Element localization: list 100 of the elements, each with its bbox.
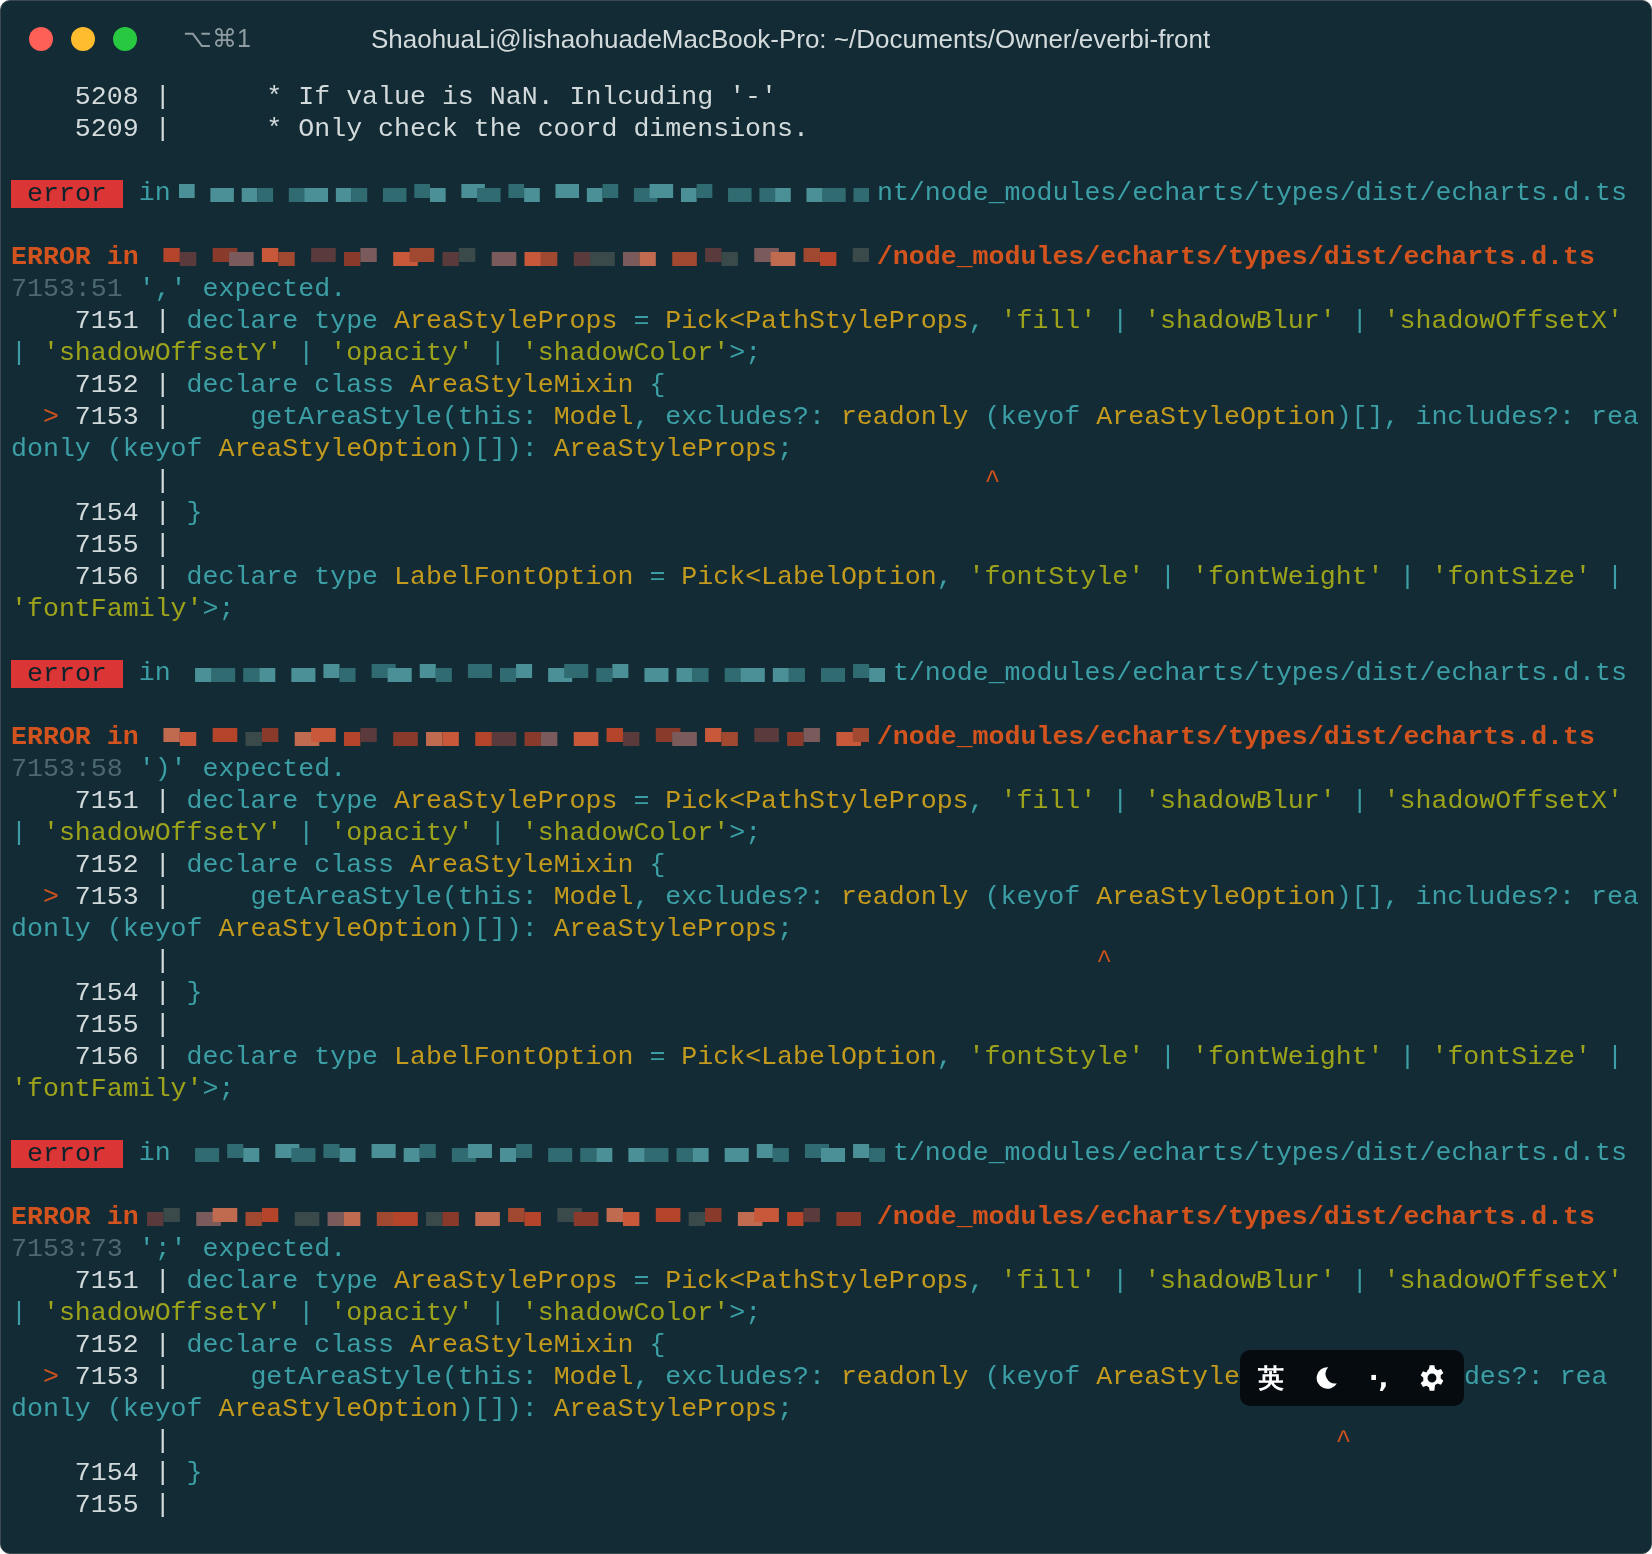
- code-text: |: [1159, 1041, 1178, 1075]
- type-name: Model: [553, 881, 634, 915]
- line-number: 7153 |: [74, 881, 172, 915]
- file-path: nt/node_modules/echarts/types/dist/echarts.d.ts: [876, 177, 1627, 211]
- type-name: AreaStyleProps: [394, 305, 618, 339]
- type-name: AreaStyleMixin: [410, 369, 634, 403]
- code-text: getAreaStyle(this:: [249, 401, 539, 435]
- line-number: 7151 |: [73, 1265, 172, 1299]
- code-text: =: [648, 1041, 667, 1075]
- string-literal: 'fontFamily': [11, 593, 203, 627]
- string-literal: 'shadowColor': [521, 1297, 730, 1331]
- code-text: ;: [777, 1393, 794, 1427]
- code-text: |: [1159, 561, 1178, 595]
- code-text: (keyof: [984, 1361, 1082, 1395]
- string-literal: 'shadowBlur': [1144, 785, 1336, 819]
- code-text: |: [1111, 305, 1130, 339]
- error-position: 7153:51: [11, 273, 123, 307]
- minimize-button[interactable]: [71, 27, 95, 51]
- error-caret: ^: [1095, 945, 1113, 979]
- input-mode-toggle[interactable]: 英: [1257, 1358, 1284, 1398]
- file-path: t/node_modules/echarts/types/dist/echarts.d.ts: [892, 657, 1627, 691]
- string-literal: 'fontSize': [1431, 1041, 1592, 1075]
- current-line-marker: >: [41, 401, 60, 435]
- code-text: {: [648, 369, 666, 403]
- code-text: , excludes?:: [633, 401, 826, 435]
- code-text: |: [1398, 561, 1417, 595]
- error-caret: ^: [983, 465, 1001, 499]
- line-number: 7152 |: [73, 1329, 172, 1363]
- line-number: |: [153, 1425, 171, 1459]
- type-name: Pick<LabelOption: [681, 561, 937, 595]
- code-text: =: [632, 785, 651, 819]
- code-text: |: [1606, 1041, 1623, 1075]
- error-badge: error: [11, 1140, 123, 1168]
- line-number: 7152 |: [73, 369, 172, 403]
- string-literal: 'opacity': [330, 337, 474, 371]
- close-button[interactable]: [29, 27, 53, 51]
- line-number: |: [153, 945, 171, 979]
- code-text: |: [1111, 785, 1130, 819]
- punctuation-toggle[interactable]: ·,: [1368, 1358, 1389, 1398]
- string-literal: 'fontFamily': [11, 1073, 203, 1107]
- string-literal: 'fontWeight': [1192, 561, 1384, 595]
- code-text: ,: [936, 561, 954, 595]
- type-name: AreaStyleProps: [553, 913, 778, 947]
- string-literal: 'shadowColor': [521, 817, 730, 851]
- string-literal: 'fontWeight': [1192, 1041, 1384, 1075]
- code-text: >;: [202, 1073, 235, 1107]
- code-text: |: [297, 337, 316, 371]
- type-name: AreaStyleProps: [553, 1393, 778, 1427]
- string-literal: 'shadowOffsetY': [42, 337, 283, 371]
- code-text: =: [632, 1265, 651, 1299]
- code-text: }: [186, 497, 203, 531]
- line-number: 7152 |: [73, 849, 172, 883]
- code-text: >;: [729, 1297, 762, 1331]
- type-name: AreaStyleMixin: [410, 849, 634, 883]
- line-number: 5208 | * If value is NaN. Inlcuding '-': [73, 81, 778, 115]
- code-text: |: [11, 817, 28, 851]
- code-text: declare type: [186, 305, 380, 339]
- code-text: >;: [202, 593, 235, 627]
- code-text: ,: [968, 785, 986, 819]
- code-text: declare type: [186, 1041, 380, 1075]
- type-name: AreaStyleOption: [218, 1393, 458, 1427]
- line-number: |: [153, 465, 171, 499]
- code-text: ;: [777, 913, 794, 947]
- line-number: 7154 |: [73, 1457, 172, 1491]
- string-literal: 'shadowBlur': [1144, 1265, 1336, 1299]
- type-name: Pick<PathStyleProps: [665, 1265, 969, 1299]
- code-text: ')' expected.: [137, 753, 347, 787]
- string-literal: 'opacity': [330, 1297, 474, 1331]
- string-literal: 'fill': [1000, 305, 1097, 339]
- type-name: AreaStyleProps: [553, 433, 778, 467]
- code-text: =: [648, 561, 667, 595]
- line-number: 7151 |: [73, 305, 172, 339]
- zoom-button[interactable]: [113, 27, 137, 51]
- error-label: in: [138, 177, 171, 211]
- error-label: in: [138, 1137, 171, 1171]
- string-literal: 'shadowBlur': [1144, 305, 1336, 339]
- type-name: readonly: [840, 1361, 970, 1395]
- error-position: 7153:58: [11, 753, 123, 787]
- code-text: ,: [936, 1041, 954, 1075]
- string-literal: 'opacity': [330, 817, 474, 851]
- type-name: AreaStyleProps: [394, 785, 618, 819]
- code-text: |: [297, 817, 316, 851]
- type-name: AreaStyle: [1096, 1361, 1240, 1395]
- line-number: 7154 |: [73, 497, 172, 531]
- code-text: ';' expected.: [137, 1233, 347, 1267]
- code-text: |: [1350, 305, 1369, 339]
- string-literal: 'fill': [1000, 1265, 1097, 1299]
- code-text: |: [1111, 1265, 1130, 1299]
- code-text: donly (keyof: [11, 1393, 204, 1427]
- string-literal: 'shadowOffsetX': [1383, 785, 1623, 819]
- code-text: declare class: [186, 369, 396, 403]
- line-number: 7155 |: [73, 529, 171, 563]
- code-text: |: [11, 1297, 28, 1331]
- code-text: ;: [777, 433, 794, 467]
- code-text: |: [488, 337, 507, 371]
- code-text: |: [297, 1297, 316, 1331]
- error-heading: ERROR in: [11, 241, 139, 275]
- code-text: declare type: [186, 561, 380, 595]
- file-path: /node_modules/echarts/types/dist/echarts.d.ts: [876, 721, 1595, 755]
- string-literal: 'shadowOffsetX': [1383, 305, 1623, 339]
